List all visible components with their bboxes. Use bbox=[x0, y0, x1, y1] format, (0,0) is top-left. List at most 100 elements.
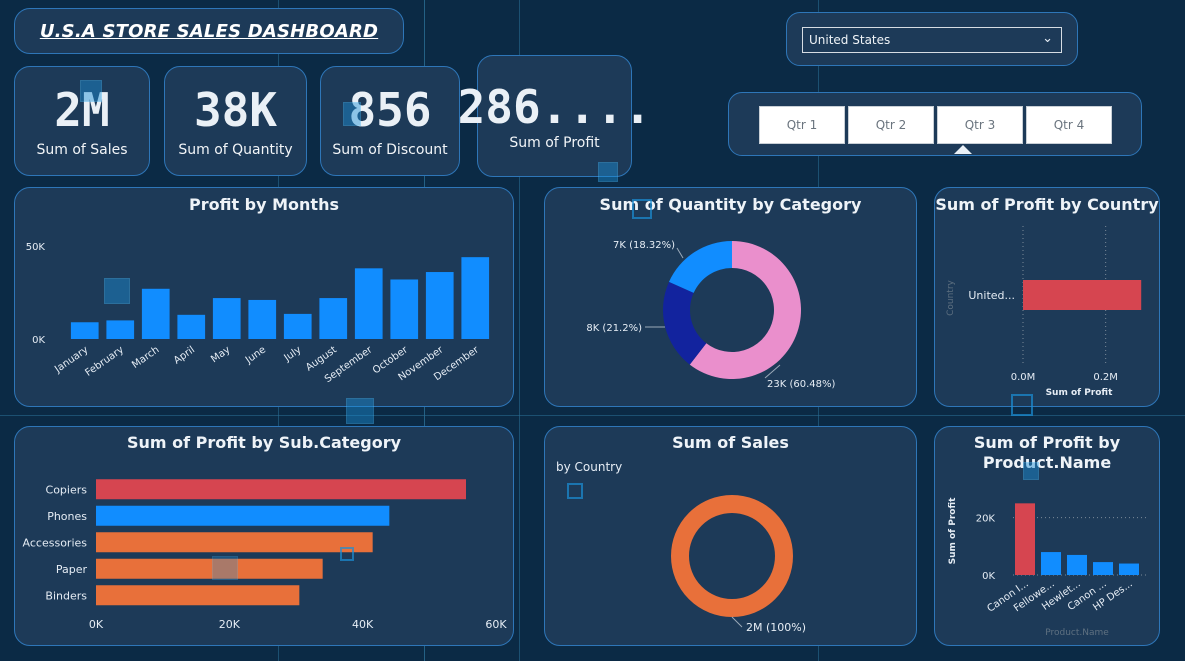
x-tick-label: 0K bbox=[89, 618, 104, 631]
bar-december bbox=[461, 257, 490, 339]
y-tick-label: Accessories bbox=[23, 536, 88, 549]
bar-april bbox=[177, 314, 206, 339]
quantity-by-category-panel[interactable]: Sum of Quantity by Category 23K (60.48%)… bbox=[544, 187, 917, 407]
x-tick-label: 0.0M bbox=[1011, 372, 1036, 383]
bar-product bbox=[1041, 552, 1061, 575]
decor-square bbox=[598, 162, 618, 182]
kpi-label: Sum of Sales bbox=[36, 142, 128, 158]
bar-paper bbox=[96, 558, 323, 579]
decor-square bbox=[104, 278, 130, 304]
profit-by-country-panel[interactable]: Sum of Profit by Country United... 0.0M 0.… bbox=[934, 187, 1160, 407]
dashboard-title: U.S.A STORE SALES DASHBOARD bbox=[39, 20, 379, 42]
country-slicer: United States ⌄ bbox=[786, 12, 1078, 66]
donut-slice bbox=[671, 495, 793, 617]
decor-square bbox=[340, 547, 354, 561]
decor-square bbox=[346, 398, 374, 424]
y-axis-title: Sum of Profit bbox=[948, 497, 958, 565]
y-tick-label: Copiers bbox=[46, 483, 88, 496]
sum-of-sales-chart: 2M (100%) bbox=[671, 495, 806, 634]
y-tick-label: Binders bbox=[45, 589, 87, 602]
bar-february bbox=[106, 320, 135, 339]
bar-august bbox=[319, 298, 348, 339]
dashboard-title-card: U.S.A STORE SALES DASHBOARD bbox=[14, 8, 404, 54]
bar-may bbox=[212, 298, 241, 339]
decor-square bbox=[212, 556, 238, 580]
x-tick-label: July bbox=[282, 344, 304, 364]
profit-by-product-chart: 20K0KCanon I...Fellowe...Hewlet...Canon … bbox=[948, 497, 1147, 638]
y-tick-label: 20K bbox=[976, 514, 996, 525]
x-tick-label: April bbox=[172, 344, 197, 366]
y-tick-label: Phones bbox=[47, 510, 87, 523]
bar-copiers bbox=[96, 479, 466, 500]
sum-of-sales-panel[interactable]: Sum of Sales by Country 2M (100%) bbox=[544, 426, 917, 646]
kpi-label: Sum of Discount bbox=[332, 142, 448, 158]
bar-october bbox=[390, 279, 419, 339]
quarter-button-q2[interactable]: Qtr 2 bbox=[848, 106, 934, 144]
y-tick-label: United... bbox=[968, 289, 1015, 302]
y-tick-label: 0K bbox=[982, 571, 995, 582]
decor-square bbox=[80, 80, 102, 102]
leader-line bbox=[676, 247, 684, 259]
x-tick-label: March bbox=[130, 344, 161, 370]
y-tick-label: 0K bbox=[32, 335, 45, 346]
bar-january bbox=[70, 322, 99, 339]
quarter-slicer: Qtr 1 Qtr 2 Qtr 3 Qtr 4 bbox=[728, 92, 1142, 156]
data-label: 8K (21.2%) bbox=[586, 323, 642, 334]
bar-july bbox=[283, 313, 312, 339]
x-axis-title: Product.Name bbox=[1045, 628, 1109, 638]
donut-slice bbox=[668, 241, 732, 293]
profit-by-subcategory-chart: Copiers Phones Accessories Paper Binders 0K 20… bbox=[23, 479, 507, 631]
kpi-value: 286.... bbox=[457, 80, 652, 134]
y-tick-label: 50K bbox=[26, 242, 46, 253]
decor-square bbox=[567, 483, 583, 499]
x-tick-label: May bbox=[209, 344, 232, 365]
profit-by-subcategory-panel[interactable]: Sum of Profit by Sub.Category Copiers Pho… bbox=[14, 426, 514, 646]
quarter-button-q1[interactable]: Qtr 1 bbox=[759, 106, 845, 144]
x-tick-label: June bbox=[243, 344, 268, 366]
quarter-button-q4[interactable]: Qtr 4 bbox=[1026, 106, 1112, 144]
kpi-profit-card[interactable]: 286.... Sum of Profit bbox=[458, 55, 651, 177]
kpi-quantity-card[interactable]: 38K Sum of Quantity bbox=[164, 66, 307, 176]
bar-united-states bbox=[1023, 280, 1142, 310]
bg-line bbox=[0, 415, 1185, 416]
chevron-down-icon: ⌄ bbox=[1042, 31, 1053, 46]
quantity-by-category-chart: 23K (60.48%) 8K (21.2%) 7K (18.32%) bbox=[586, 240, 835, 390]
leader-line bbox=[731, 616, 743, 628]
bar-june bbox=[248, 299, 277, 339]
x-tick-label: 0.2M bbox=[1093, 372, 1118, 383]
profit-by-country-chart: United... 0.0M 0.2M Sum of Profit Country bbox=[946, 226, 1142, 398]
quarter-button-q3[interactable]: Qtr 3 bbox=[937, 106, 1023, 144]
kpi-label: Sum of Quantity bbox=[178, 142, 293, 158]
decor-square bbox=[343, 102, 361, 126]
country-dropdown[interactable]: United States ⌄ bbox=[802, 27, 1062, 53]
bar-september bbox=[354, 268, 383, 339]
data-label: 7K (18.32%) bbox=[613, 240, 675, 251]
profit-by-months-panel[interactable]: Profit by Months 50K 0K January February Mar… bbox=[14, 187, 514, 407]
x-axis-title: Sum of Profit bbox=[1046, 388, 1114, 398]
data-label: 2M (100%) bbox=[746, 621, 806, 634]
kpi-discount-card[interactable]: 856 Sum of Discount bbox=[320, 66, 460, 176]
bar-november bbox=[425, 272, 454, 339]
bar-binders bbox=[96, 585, 300, 606]
decor-square bbox=[1011, 394, 1033, 416]
bar-product bbox=[1067, 554, 1087, 575]
x-tick-label: 60K bbox=[485, 618, 507, 631]
bar-accessories bbox=[96, 532, 373, 553]
profit-by-months-chart: 50K0KJanuaryFebruary March April May June Jul… bbox=[26, 242, 490, 385]
y-tick-label: Paper bbox=[56, 563, 88, 576]
decor-square bbox=[632, 199, 652, 219]
bar-march bbox=[141, 288, 170, 339]
bar-product bbox=[1119, 563, 1139, 575]
bar-phones bbox=[96, 505, 390, 526]
bar-product bbox=[1093, 562, 1113, 575]
selected-quarter-pointer bbox=[954, 145, 972, 154]
decor-square bbox=[1023, 462, 1039, 480]
country-dropdown-value: United States bbox=[809, 33, 891, 47]
kpi-value: 38K bbox=[193, 83, 278, 137]
data-label: 23K (60.48%) bbox=[767, 379, 835, 390]
x-tick-label: 20K bbox=[219, 618, 241, 631]
x-tick-label: February bbox=[83, 344, 126, 378]
profit-by-product-panel[interactable]: Sum of Profit by Product.Name 20K 0K Canon… bbox=[934, 426, 1160, 646]
bar-product bbox=[1015, 503, 1035, 575]
y-axis-title: Country bbox=[946, 279, 956, 315]
